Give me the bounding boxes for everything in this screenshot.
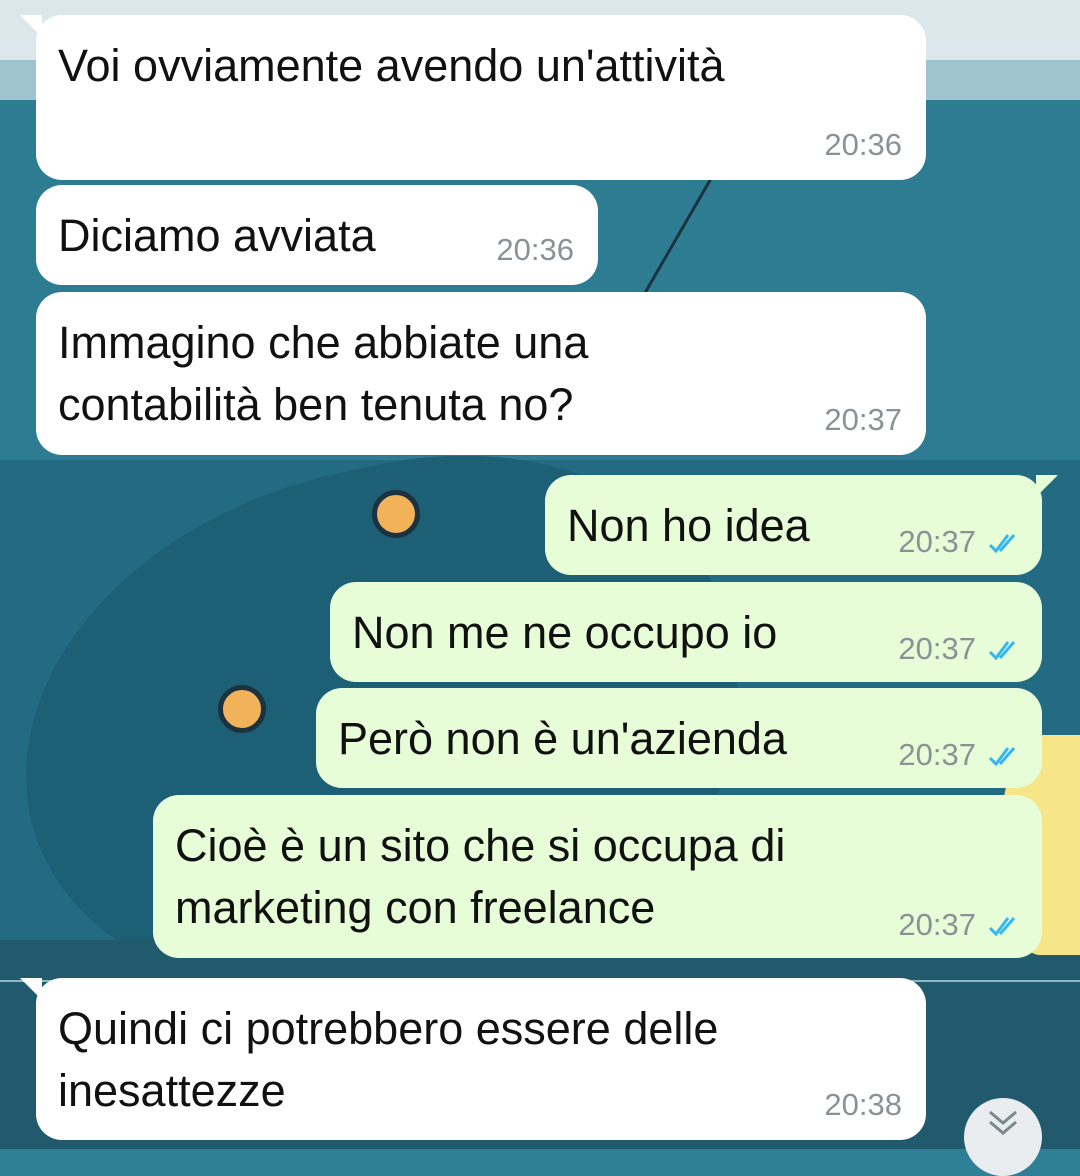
message-time: 20:36 [496, 232, 574, 267]
message-bubble-incoming[interactable]: Immagino che abbiate una contabilità ben… [36, 292, 926, 455]
message-text: Quindi ci potrebbero essere delle inesat… [58, 1003, 719, 1116]
double-check-icon [988, 641, 1016, 661]
message-time: 20:37 [824, 402, 902, 437]
double-check-icon [988, 534, 1016, 554]
double-check-icon [988, 917, 1016, 937]
message-time: 20:38 [824, 1087, 902, 1122]
message-time: 20:36 [824, 127, 902, 162]
message-bubble-incoming[interactable]: Quindi ci potrebbero essere delle inesat… [20, 978, 926, 1140]
message-time: 20:37 [898, 737, 976, 772]
message-time: 20:37 [898, 631, 976, 666]
message-text: Immagino che abbiate una contabilità ben… [58, 317, 589, 430]
message-bubble-incoming[interactable]: Diciamo avviata 20:36 [36, 185, 598, 285]
chevron-double-down-icon [989, 1110, 1017, 1135]
message-text: Cioè è un sito che si occupa di marketin… [175, 820, 786, 933]
message-time: 20:37 [898, 907, 976, 942]
message-bubble-outgoing[interactable]: Non ho idea 20:37 [545, 475, 1058, 575]
message-bubble-outgoing[interactable]: Però non è un'azienda 20:37 [316, 688, 1042, 788]
scroll-to-bottom-button[interactable] [964, 1098, 1042, 1176]
message-bubble-outgoing[interactable]: Cioè è un sito che si occupa di marketin… [153, 795, 1042, 958]
message-bubble-incoming[interactable]: Voi ovviamente avendo un'attività 20:36 [20, 15, 926, 180]
message-time: 20:37 [898, 524, 976, 559]
message-text: Voi ovviamente avendo un'attività [58, 40, 725, 91]
message-bubble-outgoing[interactable]: Non me ne occupo io 20:37 [330, 582, 1042, 682]
double-check-icon [988, 747, 1016, 767]
